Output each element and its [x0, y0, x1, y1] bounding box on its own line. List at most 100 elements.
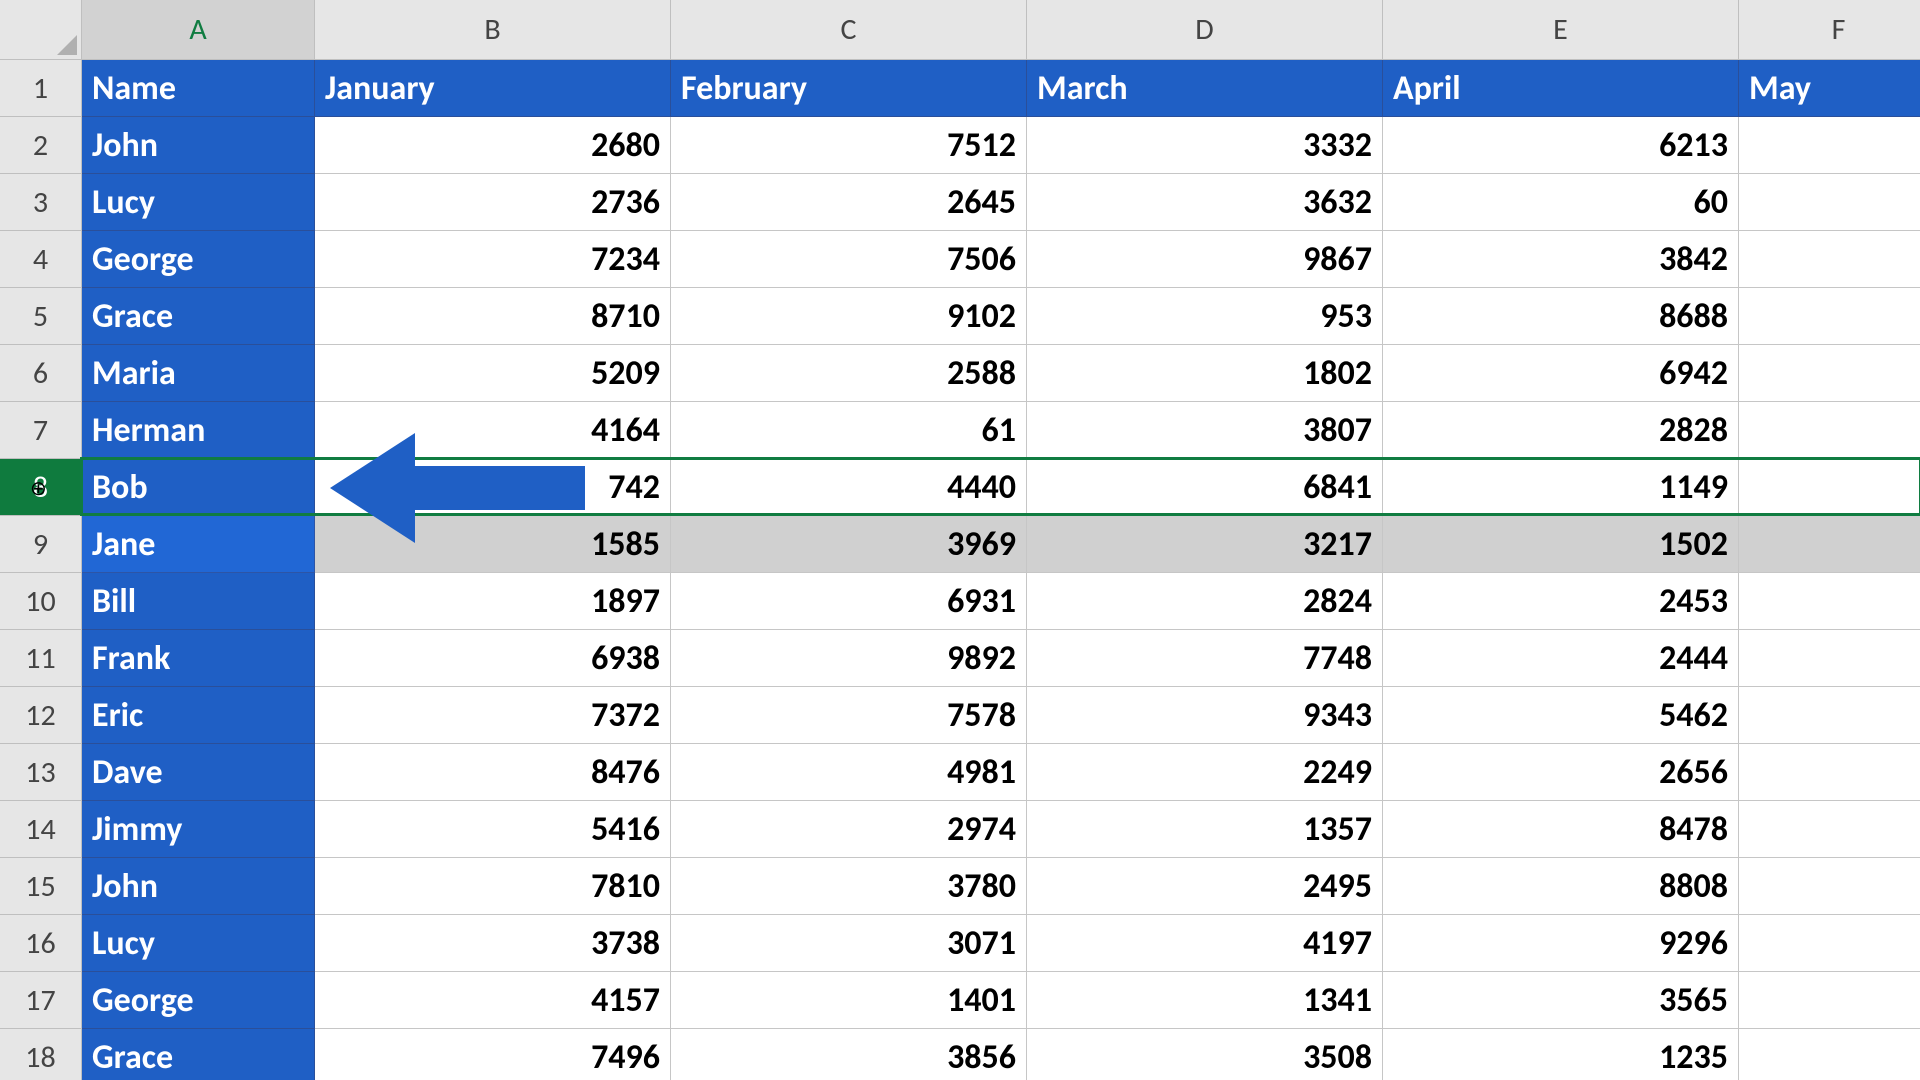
row-header-17[interactable]: 17 — [0, 972, 82, 1029]
data-cell[interactable] — [1739, 231, 1920, 288]
data-cell[interactable]: 953 — [1027, 288, 1383, 345]
row-header-12[interactable]: 12 — [0, 687, 82, 744]
data-cell[interactable]: 1585 — [315, 516, 671, 573]
data-cell[interactable]: 4981 — [671, 744, 1027, 801]
name-cell[interactable]: Bob — [82, 459, 315, 516]
data-cell[interactable]: 4164 — [315, 402, 671, 459]
data-cell[interactable] — [1739, 858, 1920, 915]
data-cell[interactable] — [1739, 516, 1920, 573]
header-cell-D[interactable]: March — [1027, 60, 1383, 117]
data-cell[interactable]: 7234 — [315, 231, 671, 288]
data-cell[interactable]: 6938 — [315, 630, 671, 687]
data-cell[interactable] — [1739, 630, 1920, 687]
data-cell[interactable]: 2824 — [1027, 573, 1383, 630]
column-header-D[interactable]: D — [1027, 0, 1383, 60]
data-cell[interactable]: 1235 — [1383, 1029, 1739, 1080]
data-cell[interactable] — [1739, 801, 1920, 858]
name-cell[interactable]: Grace — [82, 1029, 315, 1080]
data-cell[interactable]: 2495 — [1027, 858, 1383, 915]
data-cell[interactable]: 2249 — [1027, 744, 1383, 801]
header-cell-F[interactable]: May — [1739, 60, 1920, 117]
data-cell[interactable] — [1739, 459, 1920, 516]
data-cell[interactable]: 3217 — [1027, 516, 1383, 573]
data-cell[interactable]: 60 — [1383, 174, 1739, 231]
column-header-B[interactable]: B — [315, 0, 671, 60]
data-cell[interactable]: 2656 — [1383, 744, 1739, 801]
data-cell[interactable] — [1739, 744, 1920, 801]
data-cell[interactable] — [1739, 1029, 1920, 1080]
data-cell[interactable]: 1149 — [1383, 459, 1739, 516]
data-cell[interactable]: 9867 — [1027, 231, 1383, 288]
data-cell[interactable]: 3807 — [1027, 402, 1383, 459]
data-cell[interactable]: 1802 — [1027, 345, 1383, 402]
data-cell[interactable]: 7748 — [1027, 630, 1383, 687]
name-cell[interactable]: Frank — [82, 630, 315, 687]
data-cell[interactable]: 7506 — [671, 231, 1027, 288]
row-header-6[interactable]: 6 — [0, 345, 82, 402]
data-cell[interactable]: 6942 — [1383, 345, 1739, 402]
data-cell[interactable]: 9296 — [1383, 915, 1739, 972]
header-cell-E[interactable]: April — [1383, 60, 1739, 117]
data-cell[interactable]: 6841 — [1027, 459, 1383, 516]
data-cell[interactable] — [1739, 687, 1920, 744]
data-cell[interactable]: 3071 — [671, 915, 1027, 972]
row-header-1[interactable]: 1 — [0, 60, 82, 117]
data-cell[interactable]: 1897 — [315, 573, 671, 630]
row-header-8[interactable]: 8 — [0, 459, 82, 516]
data-cell[interactable]: 9102 — [671, 288, 1027, 345]
select-all-corner[interactable] — [0, 0, 82, 60]
row-header-15[interactable]: 15 — [0, 858, 82, 915]
column-header-A[interactable]: A — [82, 0, 315, 60]
data-cell[interactable] — [1739, 288, 1920, 345]
row-header-9[interactable]: 9 — [0, 516, 82, 573]
name-cell[interactable]: John — [82, 858, 315, 915]
data-cell[interactable]: 7496 — [315, 1029, 671, 1080]
name-cell[interactable]: Lucy — [82, 915, 315, 972]
data-cell[interactable]: 1502 — [1383, 516, 1739, 573]
data-cell[interactable] — [1739, 117, 1920, 174]
row-header-10[interactable]: 10 — [0, 573, 82, 630]
name-cell[interactable]: Eric — [82, 687, 315, 744]
name-cell[interactable]: George — [82, 972, 315, 1029]
name-cell[interactable]: Bill — [82, 573, 315, 630]
data-cell[interactable]: 3856 — [671, 1029, 1027, 1080]
data-cell[interactable]: 3565 — [1383, 972, 1739, 1029]
row-header-16[interactable]: 16 — [0, 915, 82, 972]
data-cell[interactable]: 5416 — [315, 801, 671, 858]
name-cell[interactable]: George — [82, 231, 315, 288]
data-cell[interactable]: 7578 — [671, 687, 1027, 744]
name-cell[interactable]: Grace — [82, 288, 315, 345]
data-cell[interactable]: 1401 — [671, 972, 1027, 1029]
data-cell[interactable]: 8710 — [315, 288, 671, 345]
data-cell[interactable]: 2828 — [1383, 402, 1739, 459]
data-cell[interactable] — [1739, 915, 1920, 972]
data-cell[interactable]: 8478 — [1383, 801, 1739, 858]
column-header-C[interactable]: C — [671, 0, 1027, 60]
data-cell[interactable] — [1739, 402, 1920, 459]
row-header-11[interactable]: 11 — [0, 630, 82, 687]
data-cell[interactable]: 2444 — [1383, 630, 1739, 687]
column-header-E[interactable]: E — [1383, 0, 1739, 60]
column-header-F[interactable]: F — [1739, 0, 1920, 60]
data-cell[interactable] — [1739, 345, 1920, 402]
row-header-2[interactable]: 2 — [0, 117, 82, 174]
name-cell[interactable]: Jimmy — [82, 801, 315, 858]
name-cell[interactable]: John — [82, 117, 315, 174]
data-cell[interactable]: 7810 — [315, 858, 671, 915]
data-cell[interactable]: 742 — [315, 459, 671, 516]
data-cell[interactable]: 8688 — [1383, 288, 1739, 345]
data-cell[interactable]: 3508 — [1027, 1029, 1383, 1080]
data-cell[interactable]: 1357 — [1027, 801, 1383, 858]
data-cell[interactable]: 6213 — [1383, 117, 1739, 174]
data-cell[interactable]: 3738 — [315, 915, 671, 972]
name-cell[interactable]: Maria — [82, 345, 315, 402]
row-header-18[interactable]: 18 — [0, 1029, 82, 1080]
row-header-5[interactable]: 5 — [0, 288, 82, 345]
data-cell[interactable]: 8808 — [1383, 858, 1739, 915]
row-header-13[interactable]: 13 — [0, 744, 82, 801]
data-cell[interactable]: 6931 — [671, 573, 1027, 630]
data-cell[interactable] — [1739, 972, 1920, 1029]
data-cell[interactable]: 5462 — [1383, 687, 1739, 744]
data-cell[interactable]: 9892 — [671, 630, 1027, 687]
data-cell[interactable]: 4197 — [1027, 915, 1383, 972]
